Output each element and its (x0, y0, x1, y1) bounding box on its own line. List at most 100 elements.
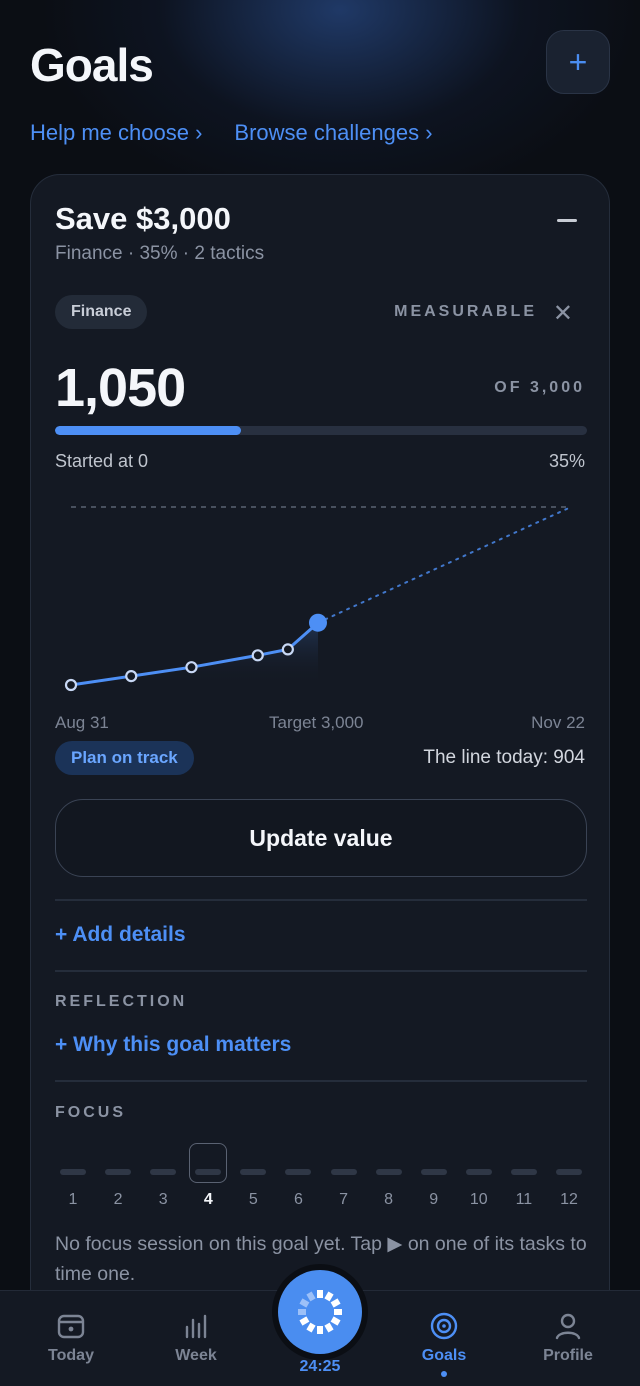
tab-label: Profile (543, 1347, 593, 1364)
timer-tick (324, 1291, 334, 1302)
chart-target-label: Target 3,000 (269, 713, 364, 732)
chart-end-label: Nov 22 (531, 713, 585, 732)
reflection-heading: REFLECTION (55, 993, 188, 1010)
goal-type-label: MEASURABLE (394, 303, 537, 320)
focus-week-number: 7 (339, 1191, 348, 1208)
calendar-icon (57, 1314, 85, 1339)
target-value: OF 3,000 (494, 379, 585, 396)
line-today: The line today: 904 (423, 747, 585, 768)
person-icon (555, 1313, 581, 1340)
focus-week-2[interactable]: 2 (100, 1133, 136, 1208)
focus-week-1[interactable]: 1 (55, 1133, 91, 1208)
current-point (308, 613, 327, 632)
focus-week-8[interactable]: 8 (371, 1133, 407, 1208)
add-goal-button[interactable]: + (546, 30, 610, 94)
category-chip: Finance (55, 295, 148, 329)
focus-week-12[interactable]: 12 (551, 1133, 587, 1208)
why-goal-matters-link[interactable]: + Why this goal matters (55, 1033, 291, 1057)
tab-today[interactable]: Today (16, 1291, 126, 1386)
active-tab-indicator (441, 1371, 447, 1377)
focus-week-11[interactable]: 11 (506, 1133, 542, 1208)
timer-label: 24:25 (299, 1358, 341, 1375)
started-label: Started at 0 (55, 451, 149, 471)
timer-tick (330, 1298, 341, 1308)
focus-week-bar (375, 1169, 402, 1175)
timer-face (278, 1270, 362, 1354)
goal-card: Save $3,000 Finance · 35% · 2 tactics Fi… (30, 174, 610, 1374)
focus-week-number: 3 (158, 1191, 168, 1208)
timer-tick (306, 1322, 316, 1333)
help-me-choose-link[interactable]: Help me choose › (30, 120, 202, 146)
timer-tick (299, 1316, 310, 1326)
focus-week-3[interactable]: 3 (145, 1133, 181, 1208)
focus-week-bar (105, 1169, 132, 1175)
divider (55, 970, 587, 972)
page-title: Goals (30, 39, 154, 91)
data-point (251, 649, 264, 662)
progress-bar (55, 426, 587, 435)
focus-week-number: 10 (469, 1191, 488, 1208)
header: Goals (30, 38, 154, 92)
focus-week-bar (330, 1169, 357, 1175)
focus-week-number: 5 (248, 1191, 258, 1208)
focus-week-6[interactable]: 6 (280, 1133, 316, 1208)
divider (55, 1080, 587, 1082)
focus-week-number: 6 (294, 1191, 303, 1208)
progress-chart (64, 506, 572, 692)
collapse-icon[interactable] (557, 219, 577, 222)
focus-week-bar (420, 1169, 447, 1175)
focus-week-7[interactable]: 7 (326, 1133, 362, 1208)
focus-week-number: 2 (113, 1191, 123, 1208)
focus-week-4[interactable]: 4 (189, 1133, 228, 1208)
tab-label: Goals (421, 1347, 467, 1364)
timer-tick (306, 1291, 316, 1302)
close-icon[interactable]: ✕ (553, 299, 573, 328)
focus-week-bar (285, 1169, 312, 1175)
goal-meta: Finance · 35% · 2 tactics (55, 243, 265, 264)
focus-timer-button[interactable] (272, 1264, 368, 1360)
focus-week-bar (510, 1169, 537, 1175)
tab-week[interactable]: Week (141, 1291, 251, 1386)
tab-profile[interactable]: Profile (513, 1291, 623, 1386)
focus-week-number: 9 (429, 1191, 439, 1208)
data-point (281, 643, 294, 656)
tab-goals[interactable]: Goals (389, 1291, 499, 1386)
plan-line (316, 506, 572, 624)
progress-area (71, 622, 318, 685)
data-point (185, 661, 198, 674)
tab-label: Week (175, 1347, 217, 1364)
current-value: 1,050 (55, 358, 186, 418)
timer-ring-icon (298, 1290, 342, 1334)
timer-tick (299, 1298, 310, 1308)
focus-week-number: 4 (203, 1191, 213, 1208)
focus-week-5[interactable]: 5 (235, 1133, 271, 1208)
browse-challenges-link[interactable]: Browse challenges › (234, 120, 432, 146)
focus-week-10[interactable]: 10 (461, 1133, 497, 1208)
focus-week-bar (150, 1169, 177, 1175)
focus-week-bar (556, 1169, 582, 1175)
target-icon (430, 1312, 458, 1340)
focus-week-number: 8 (384, 1191, 394, 1208)
bar-chart-icon (185, 1314, 207, 1339)
focus-week-bar (195, 1169, 222, 1175)
focus-week-selection (189, 1143, 228, 1183)
focus-week-number: 11 (515, 1191, 533, 1208)
focus-week-number: 1 (68, 1191, 78, 1208)
focus-week-bar (465, 1169, 492, 1175)
focus-week-bar (240, 1169, 267, 1175)
header-links: Help me choose › Browse challenges › (30, 120, 433, 146)
update-value-button[interactable]: Update value (55, 799, 587, 877)
timer-tick (330, 1316, 341, 1326)
status-badge: Plan on track (55, 741, 194, 775)
goal-title[interactable]: Save $3,000 (55, 201, 231, 237)
data-point (64, 678, 78, 692)
focus-heading: FOCUS (55, 1104, 126, 1121)
progress-fill (55, 426, 242, 435)
percent-label: 35% (548, 451, 585, 471)
focus-week-9[interactable]: 9 (416, 1133, 452, 1208)
add-details-link[interactable]: + Add details (55, 923, 186, 947)
focus-week-number: 12 (560, 1191, 578, 1208)
timer-tick (324, 1322, 334, 1333)
data-point (125, 670, 138, 683)
divider (55, 899, 587, 901)
